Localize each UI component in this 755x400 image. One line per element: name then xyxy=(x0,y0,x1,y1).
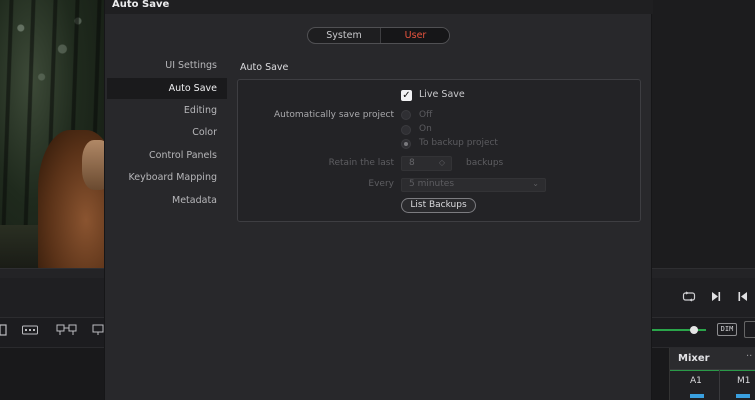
sidebar-item-metadata[interactable]: Metadata xyxy=(107,190,227,211)
preferences-sidebar: UI Settings Auto Save Editing Color Cont… xyxy=(105,55,227,215)
mixer-panel: Mixer ·· A1 M1 xyxy=(669,348,755,400)
retain-value: 8 xyxy=(409,158,415,168)
every-label: Every xyxy=(368,179,394,189)
preferences-dialog: Auto Save System User UI Settings Auto S… xyxy=(104,0,653,400)
system-user-switch: System User xyxy=(307,27,450,44)
dialog-title-bar: Auto Save xyxy=(105,0,653,14)
every-value: 5 minutes xyxy=(409,179,455,189)
monitor-icon[interactable] xyxy=(92,324,104,339)
auto-save-label: Automatically save project xyxy=(273,110,394,120)
dialog-title: Auto Save xyxy=(112,0,170,10)
mixer-meter-a1 xyxy=(690,394,704,398)
viewer-saddle xyxy=(82,140,104,190)
loop-icon[interactable] xyxy=(682,291,696,305)
stepper-arrows-icon[interactable]: ◇ xyxy=(439,158,445,167)
mixer-title: Mixer xyxy=(678,353,710,364)
dim-button[interactable]: DIM xyxy=(717,323,737,336)
mixer-divider xyxy=(719,370,720,400)
sidebar-item-ui-settings[interactable]: UI Settings xyxy=(107,55,227,76)
radio-backup-project[interactable] xyxy=(401,139,411,149)
list-backups-button[interactable]: List Backups xyxy=(401,198,476,213)
retain-suffix: backups xyxy=(466,158,504,168)
volume-slider-knob[interactable] xyxy=(690,326,698,334)
tab-system[interactable]: System xyxy=(308,28,380,43)
panel-collapse-handle[interactable] xyxy=(744,321,755,338)
retain-stepper[interactable]: 8 ◇ xyxy=(401,156,452,171)
live-save-label: Live Save xyxy=(419,89,465,100)
sidebar-item-auto-save[interactable]: Auto Save xyxy=(107,78,227,99)
section-title: Auto Save xyxy=(240,62,289,73)
video-viewer xyxy=(0,0,104,268)
radio-on-label: On xyxy=(419,124,432,134)
radio-on[interactable] xyxy=(401,125,411,135)
mixer-channel-a1: A1 xyxy=(690,376,702,386)
skip-to-end-icon[interactable] xyxy=(737,291,749,305)
chevron-down-icon: ⌄ xyxy=(532,179,539,188)
app-window: DIM Mixer ·· A1 M1 Auto Save System User… xyxy=(0,0,755,400)
next-frame-icon[interactable] xyxy=(710,291,722,305)
radio-backup-label: To backup project xyxy=(419,138,498,148)
sidebar-item-control-panels[interactable]: Control Panels xyxy=(107,145,227,166)
blade-tool-icon[interactable] xyxy=(0,324,8,339)
mixer-meter-m1 xyxy=(736,394,750,398)
mixer-channel-m1: M1 xyxy=(737,376,751,386)
every-select[interactable]: 5 minutes ⌄ xyxy=(401,178,546,192)
radio-off[interactable] xyxy=(401,110,411,120)
mixer-header: Mixer ·· xyxy=(670,348,755,370)
tab-user[interactable]: User xyxy=(380,28,449,43)
linked-selection-icon[interactable] xyxy=(56,323,78,340)
mixer-channel-row: A1 M1 xyxy=(670,370,755,388)
live-save-checkbox[interactable]: ✓ xyxy=(401,90,412,101)
sidebar-item-editing[interactable]: Editing xyxy=(107,100,227,121)
sidebar-item-keyboard-mapping[interactable]: Keyboard Mapping xyxy=(107,167,227,188)
radio-off-label: Off xyxy=(419,110,433,120)
snapping-icon[interactable] xyxy=(22,325,38,338)
mixer-options-icon[interactable]: ·· xyxy=(746,351,752,362)
retain-label: Retain the last xyxy=(328,158,394,168)
sidebar-item-color[interactable]: Color xyxy=(107,122,227,143)
